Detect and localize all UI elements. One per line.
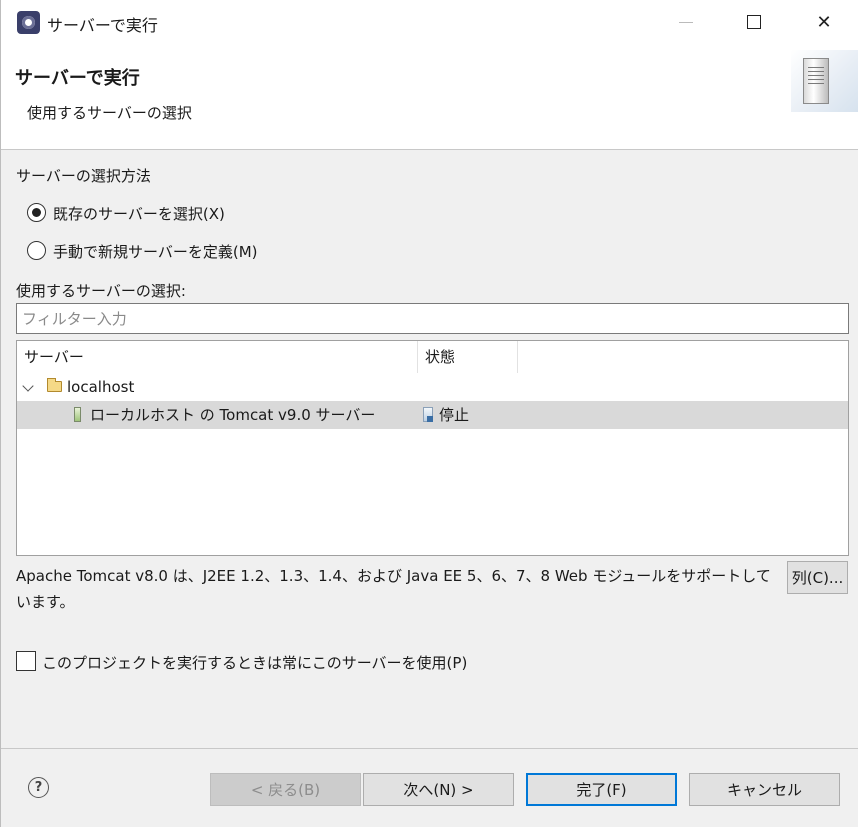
- server-status: 停止: [439, 406, 470, 424]
- folder-icon: [46, 378, 62, 392]
- always-use-checkbox-label[interactable]: このプロジェクトを実行するときは常にこのサーバーを使用(P): [42, 652, 467, 673]
- selection-method-label: サーバーの選択方法: [16, 167, 151, 185]
- existing-server-radio-label[interactable]: 既存のサーバーを選択(X): [53, 203, 225, 224]
- server-graphic: [791, 50, 858, 112]
- existing-server-radio[interactable]: [27, 203, 46, 222]
- tree-row-tomcat-server[interactable]: ローカルホスト の Tomcat v9.0 サーバー 停止: [17, 401, 848, 429]
- new-server-radio[interactable]: [27, 241, 46, 260]
- banner-description: 使用するサーバーの選択: [27, 104, 192, 122]
- minimize-icon: [679, 21, 693, 23]
- server-icon: [74, 407, 81, 422]
- server-tree[interactable]: サーバー 状態 localhost ローカルホスト の Tomcat v9.0 …: [16, 340, 849, 556]
- close-button[interactable]: ✕: [789, 0, 858, 44]
- column-status[interactable]: 状態: [418, 341, 518, 373]
- eclipse-icon: [17, 11, 40, 34]
- filter-input[interactable]: [16, 303, 849, 334]
- stopped-icon: [423, 407, 433, 422]
- run-on-server-dialog: サーバーで実行 ✕ サーバーで実行 使用するサーバーの選択 サーバーの選択方法 …: [0, 0, 858, 827]
- cancel-button[interactable]: キャンセル: [689, 773, 840, 806]
- always-use-checkbox[interactable]: [16, 651, 36, 671]
- server-select-label: 使用するサーバーの選択:: [16, 282, 186, 300]
- title-bar: サーバーで実行 ✕: [1, 0, 858, 44]
- maximize-icon: [747, 15, 761, 29]
- banner-title: サーバーで実行: [15, 68, 140, 89]
- footer-separator: [1, 748, 858, 749]
- back-button[interactable]: < 戻る(B): [210, 773, 361, 806]
- tree-row-label: ローカルホスト の Tomcat v9.0 サーバー: [90, 406, 376, 424]
- window-title: サーバーで実行: [47, 16, 158, 35]
- chevron-down-icon[interactable]: [22, 380, 34, 392]
- close-icon: ✕: [816, 11, 832, 33]
- help-icon[interactable]: ?: [28, 777, 49, 798]
- tree-row-label: localhost: [67, 378, 135, 396]
- tree-row-localhost[interactable]: localhost: [17, 373, 848, 401]
- columns-button[interactable]: 列(C)...: [787, 561, 848, 594]
- tree-header: サーバー 状態: [17, 341, 848, 373]
- wizard-banner: サーバーで実行 使用するサーバーの選択: [1, 44, 858, 150]
- finish-button[interactable]: 完了(F): [526, 773, 677, 806]
- column-server[interactable]: サーバー: [17, 341, 418, 373]
- maximize-button[interactable]: [719, 0, 789, 44]
- next-button[interactable]: 次へ(N) >: [363, 773, 514, 806]
- minimize-button[interactable]: [651, 0, 721, 44]
- server-tower-icon: [803, 58, 829, 104]
- server-description: Apache Tomcat v8.0 は、J2EE 1.2、1.3、1.4、およ…: [16, 567, 771, 611]
- new-server-radio-label[interactable]: 手動で新規サーバーを定義(M): [53, 241, 258, 262]
